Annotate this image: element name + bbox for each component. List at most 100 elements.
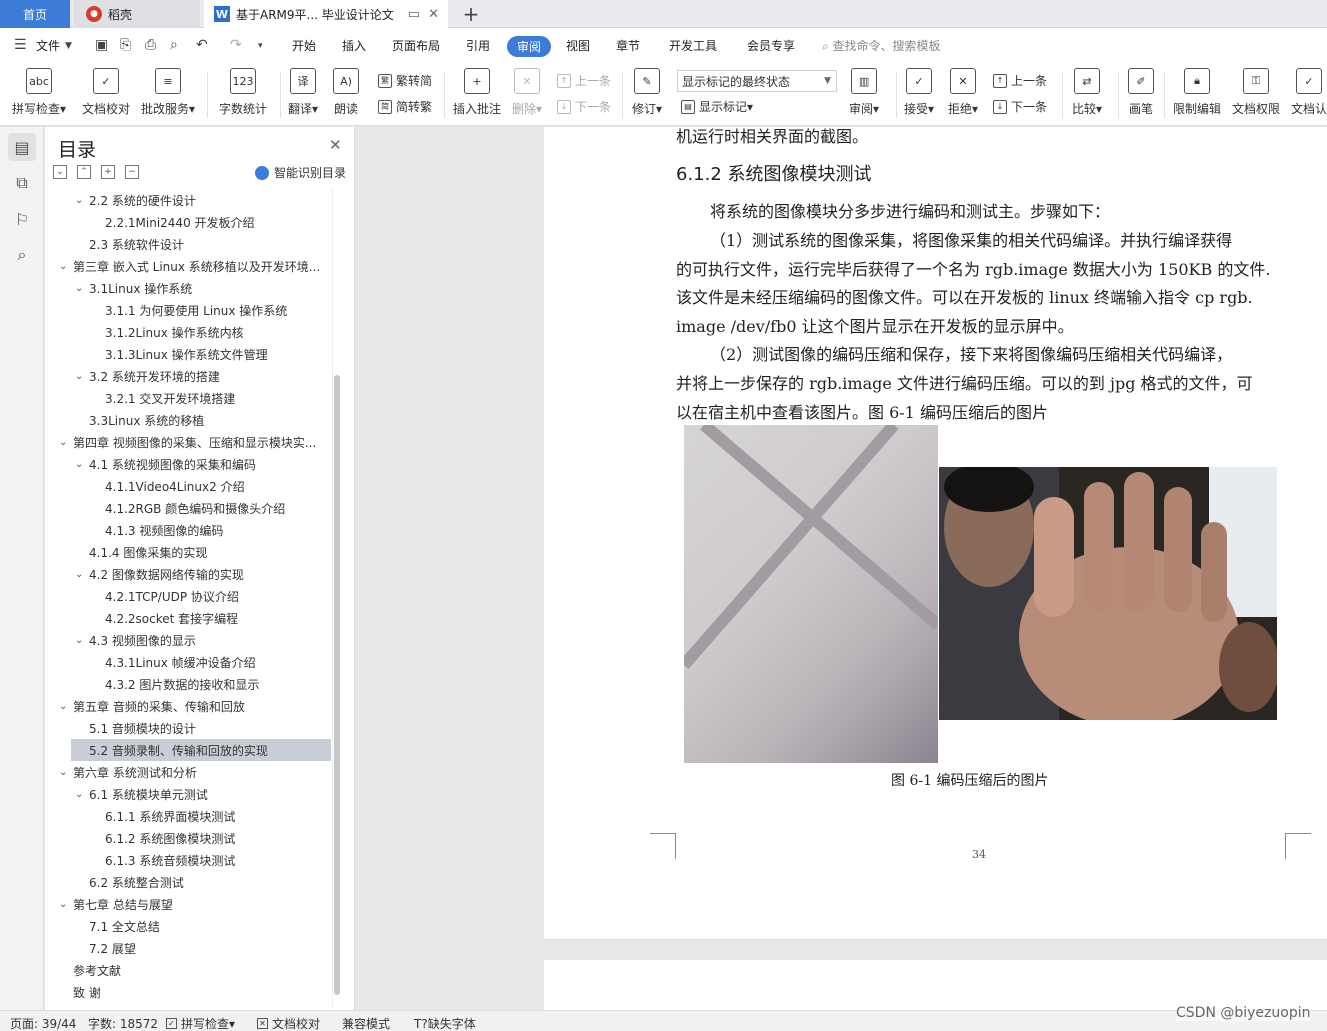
next-change-button[interactable]: ↓ 下一条 [993, 98, 1047, 115]
toc-item[interactable]: 3.2.1 交叉开发环境搭建 [45, 387, 331, 409]
toc-item[interactable]: 2.3 系统软件设计 [45, 233, 331, 255]
bookmark-icon[interactable]: ⚐ [8, 205, 36, 233]
spell-check-button[interactable]: abc 拼写检查▾ [12, 68, 66, 117]
toc-item[interactable]: 4.1.2RGB 颜色编码和摄像头介绍 [45, 497, 331, 519]
toc-item[interactable]: 6.1.1 系统界面模块测试 [45, 805, 331, 827]
toc-item[interactable]: 参考文献 [45, 959, 331, 981]
menu-file[interactable]: 文件 [36, 37, 60, 54]
chevron-down-icon[interactable]: ⌄ [75, 789, 89, 800]
save-icon[interactable]: ▣ [95, 37, 108, 53]
toc-item[interactable]: ⌄ 第五章 音频的采集、传输和回放 [45, 695, 331, 717]
pen-button[interactable]: ✐ 画笔 [1128, 68, 1154, 117]
hamburger-icon[interactable]: ☰ [14, 37, 27, 53]
prev-change-button[interactable]: ↑ 上一条 [993, 72, 1047, 89]
chevron-down-icon[interactable]: ⌄ [59, 899, 73, 910]
chevron-down-icon[interactable]: ⌄ [75, 569, 89, 580]
toc-item[interactable]: ⌄ 6.1 系统模块单元测试 [45, 783, 331, 805]
accept-button[interactable]: ✓ 接受▾ [904, 68, 934, 117]
show-markup-button[interactable]: ▤ 显示标记 ▾ [681, 98, 753, 115]
toc-item[interactable]: ⌄ 4.2 图像数据网络传输的实现 [45, 563, 331, 585]
read-aloud-button[interactable]: A) 朗读 [333, 68, 359, 117]
page-indicator[interactable]: 页面: 39/44 [10, 1015, 76, 1031]
restore-tab-icon[interactable]: ▭ [408, 7, 420, 22]
chevron-down-icon[interactable]: ⌄ [59, 701, 73, 712]
chapter-panel-icon[interactable]: ⧉ [8, 169, 36, 197]
toc-item[interactable]: 4.1.4 图像采集的实现 [45, 541, 331, 563]
expand-all-icon[interactable]: ⌄ [53, 165, 67, 179]
toc-item[interactable]: 6.2 系统整合测试 [45, 871, 331, 893]
chevron-down-icon[interactable]: ▼ [65, 41, 72, 51]
close-tab-icon[interactable]: ✕ [428, 7, 439, 22]
toc-item[interactable]: ⌄ 第三章 嵌入式 Linux 系统移植以及开发环境... [45, 255, 331, 277]
review-pane-button[interactable]: ▥ 审阅▾ [849, 68, 879, 117]
reject-button[interactable]: ✕ 拒绝▾ [948, 68, 978, 117]
collapse-all-icon[interactable]: ⌃ [77, 165, 91, 179]
prev-comment-button[interactable]: ↑ 上一条 [557, 72, 611, 89]
undo-icon[interactable]: ↶ [196, 37, 208, 53]
chevron-down-icon[interactable]: ⌄ [75, 635, 89, 646]
restrict-edit-button[interactable]: 🔒︎ 限制编辑 [1173, 68, 1221, 117]
toc-item[interactable]: ⌄ 4.1 系统视频图像的采集和编码 [45, 453, 331, 475]
delete-comment-button[interactable]: ✕ 删除▾ [512, 68, 542, 117]
toc-scrollbar-thumb[interactable] [334, 375, 340, 995]
insert-comment-button[interactable]: + 插入批注 [453, 68, 501, 117]
toc-item[interactable]: 4.3.2 图片数据的接收和显示 [45, 673, 331, 695]
hand-photo[interactable] [939, 467, 1277, 720]
tab-document[interactable]: W 基于ARM9平... 毕业设计论文 ▭ ✕ [204, 0, 448, 28]
trad-to-simp-button[interactable]: 繁繁转简 [378, 72, 432, 89]
proofread-button[interactable]: ✓ 文档校对 [82, 68, 130, 117]
export-icon[interactable]: ⎘ [120, 37, 131, 53]
toc-item[interactable]: 4.1.1Video4Linux2 介绍 [45, 475, 331, 497]
toc-item[interactable]: 6.1.3 系统音频模块测试 [45, 849, 331, 871]
toc-item[interactable]: 4.2.1TCP/UDP 协议介绍 [45, 585, 331, 607]
next-comment-button[interactable]: ↓ 下一条 [557, 98, 611, 115]
compare-button[interactable]: ⇄ 比较▾ [1072, 68, 1102, 117]
simp-to-trad-button[interactable]: 简简转繁 [378, 98, 432, 115]
menu-view[interactable]: 视图 [566, 37, 590, 54]
toc-item[interactable]: ⌄ 4.3 视频图像的显示 [45, 629, 331, 651]
smart-toc-button[interactable]: 智能识别目录 [255, 164, 346, 181]
ceiling-photo[interactable] [684, 425, 938, 763]
remove-level-icon[interactable]: − [125, 165, 139, 179]
toc-panel-icon[interactable]: ▤ [8, 133, 36, 161]
toc-item[interactable]: 4.1.3 视频图像的编码 [45, 519, 331, 541]
document-page[interactable]: 机运行时相关界面的截图。 6.1.2 系统图像模块测试 将系统的图像模块分多步进… [544, 127, 1327, 940]
tab-daoke[interactable]: ● 稻壳 [74, 0, 200, 28]
doc-cert-button[interactable]: ✓ 文档认 [1291, 68, 1327, 117]
toc-item[interactable]: 3.3Linux 系统的移植 [45, 409, 331, 431]
word-count-indicator[interactable]: 字数: 18572 [88, 1015, 158, 1031]
toc-item[interactable]: ⌄ 3.1Linux 操作系统 [45, 277, 331, 299]
toc-item[interactable]: 3.1.1 为何要使用 Linux 操作系统 [45, 299, 331, 321]
toc-item[interactable]: ⌄ 2.2 系统的硬件设计 [45, 189, 331, 211]
print-preview-icon[interactable]: ⌕ [170, 37, 178, 53]
toc-item[interactable]: 2.2.1Mini2440 开发板介绍 [45, 211, 331, 233]
toc-item[interactable]: ⌄ 3.2 系统开发环境的搭建 [45, 365, 331, 387]
close-icon[interactable]: ✕ [329, 136, 342, 154]
menu-developer[interactable]: 开发工具 [669, 37, 717, 54]
toc-item[interactable]: ⌄ 第六章 系统测试和分析 [45, 761, 331, 783]
toc-scrollbar[interactable] [332, 189, 340, 1007]
chevron-down-icon[interactable]: ⌄ [75, 283, 89, 294]
menu-page-layout[interactable]: 页面布局 [392, 37, 440, 54]
toc-item[interactable]: ⌄ 第四章 视频图像的采集、压缩和显示模块实... [45, 431, 331, 453]
chevron-down-icon[interactable]: ⌄ [75, 459, 89, 470]
toc-item[interactable]: 3.1.2Linux 操作系统内核 [45, 321, 331, 343]
document-canvas[interactable]: 机运行时相关界面的截图。 6.1.2 系统图像模块测试 将系统的图像模块分多步进… [356, 127, 1327, 1010]
status-proofread[interactable]: ✕ 文档校对 [257, 1015, 320, 1031]
add-level-icon[interactable]: + [101, 165, 115, 179]
search-panel-icon[interactable]: ⌕ [8, 241, 36, 269]
toc-item[interactable]: ⌄ 第七章 总结与展望 [45, 893, 331, 915]
menu-review[interactable]: 审阅 [507, 36, 551, 57]
toc-item[interactable]: 7.1 全文总结 [45, 915, 331, 937]
toc-item[interactable]: 6.1.2 系统图像模块测试 [45, 827, 331, 849]
print-icon[interactable]: ⎙ [145, 37, 156, 53]
toc-item[interactable]: 4.3.1Linux 帧缓冲设备介绍 [45, 651, 331, 673]
markup-state-select[interactable]: 显示标记的最终状态 ▼ [677, 70, 837, 92]
toc-item[interactable]: 7.2 展望 [45, 937, 331, 959]
translate-button[interactable]: 译翻译▾ [288, 68, 318, 117]
toc-item[interactable]: 3.1.3Linux 操作系统文件管理 [45, 343, 331, 365]
chevron-down-icon[interactable]: ⌄ [59, 767, 73, 778]
chevron-down-icon[interactable]: ⌄ [59, 437, 73, 448]
doc-rights-button[interactable]: ⚿ 文档权限 [1232, 68, 1280, 117]
batch-service-button[interactable]: ≡ 批改服务▾ [141, 68, 195, 117]
